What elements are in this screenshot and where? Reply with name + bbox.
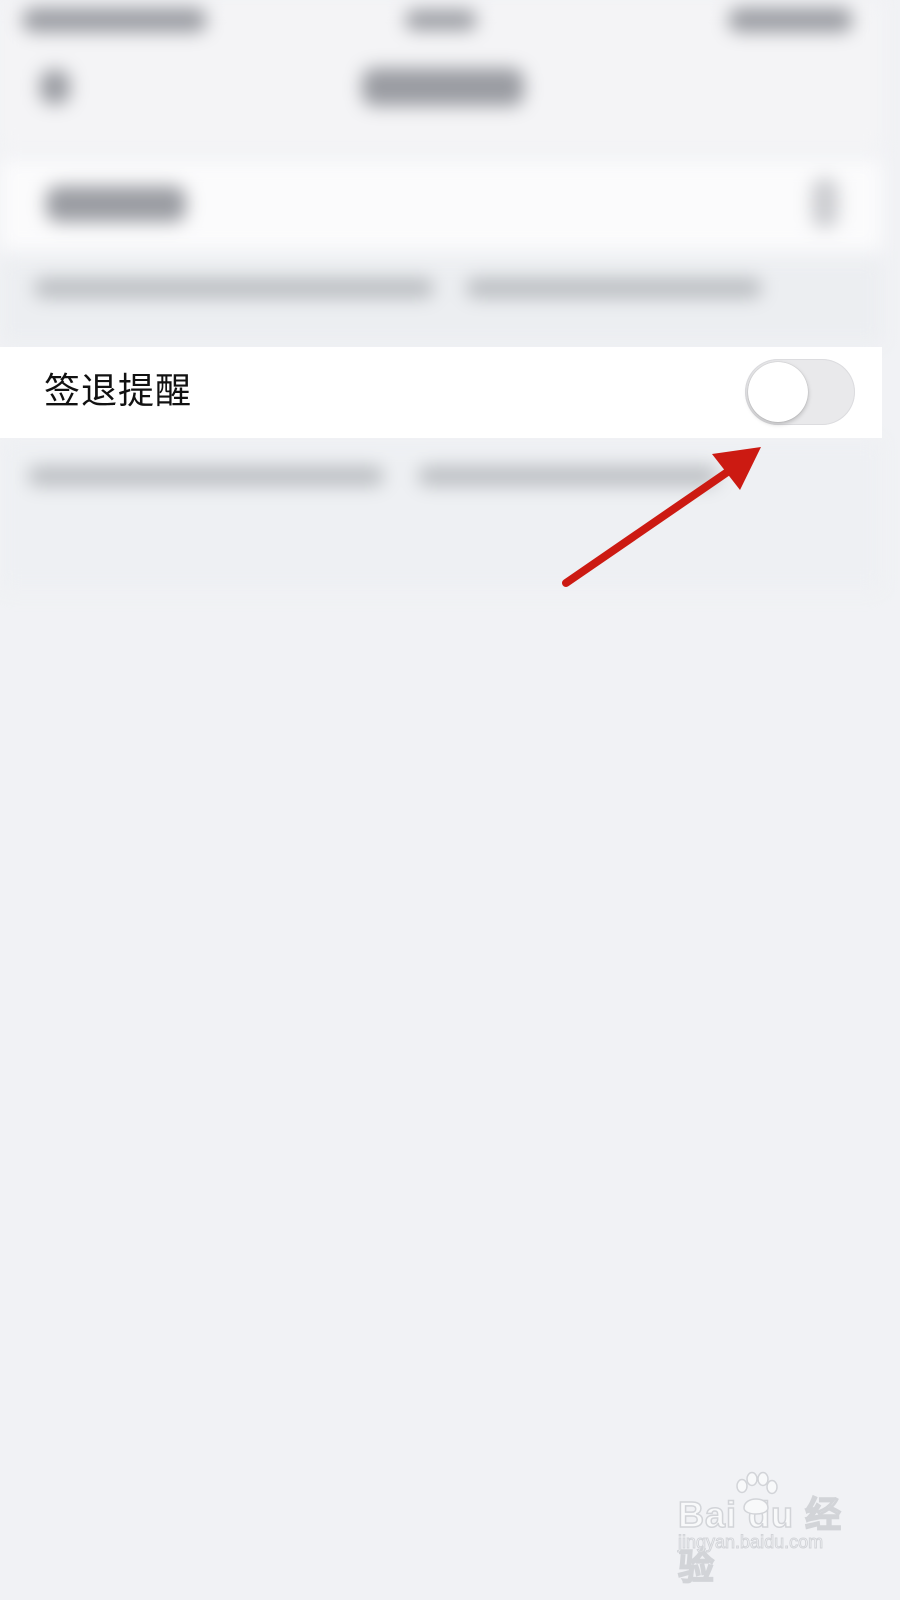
blurred-description <box>0 258 882 344</box>
blurred-desc-line-3 <box>28 466 384 486</box>
blurred-title <box>362 68 524 106</box>
blurred-description-2 <box>0 440 882 590</box>
blurred-desc-line-4 <box>418 466 718 486</box>
checkout-reminder-toggle[interactable] <box>745 359 855 425</box>
blurred-desc-line-2 <box>466 278 762 298</box>
checkout-reminder-label: 签退提醒 <box>44 371 193 412</box>
checkout-reminder-row[interactable]: 签退提醒 <box>0 347 882 438</box>
baidu-paw-icon <box>736 1471 778 1515</box>
watermark-url: jingyan.baidu.com <box>677 1532 824 1553</box>
blurred-card-label <box>46 186 186 222</box>
annotation-arrow-icon <box>562 447 761 587</box>
blurred-status-center <box>405 10 477 30</box>
blurred-background <box>0 0 882 600</box>
blurred-back-icon <box>40 70 70 104</box>
blurred-desc-line-1 <box>34 278 434 298</box>
toggle-knob <box>748 362 808 422</box>
blurred-card-toggle <box>812 178 838 228</box>
blurred-navbar <box>0 0 882 150</box>
blurred-card <box>0 160 882 250</box>
blurred-status-left <box>22 8 207 32</box>
blurred-status-right <box>728 8 853 32</box>
baidu-jingyan-watermark: Bai du 经验 jingyan.baidu.com <box>672 1470 862 1588</box>
